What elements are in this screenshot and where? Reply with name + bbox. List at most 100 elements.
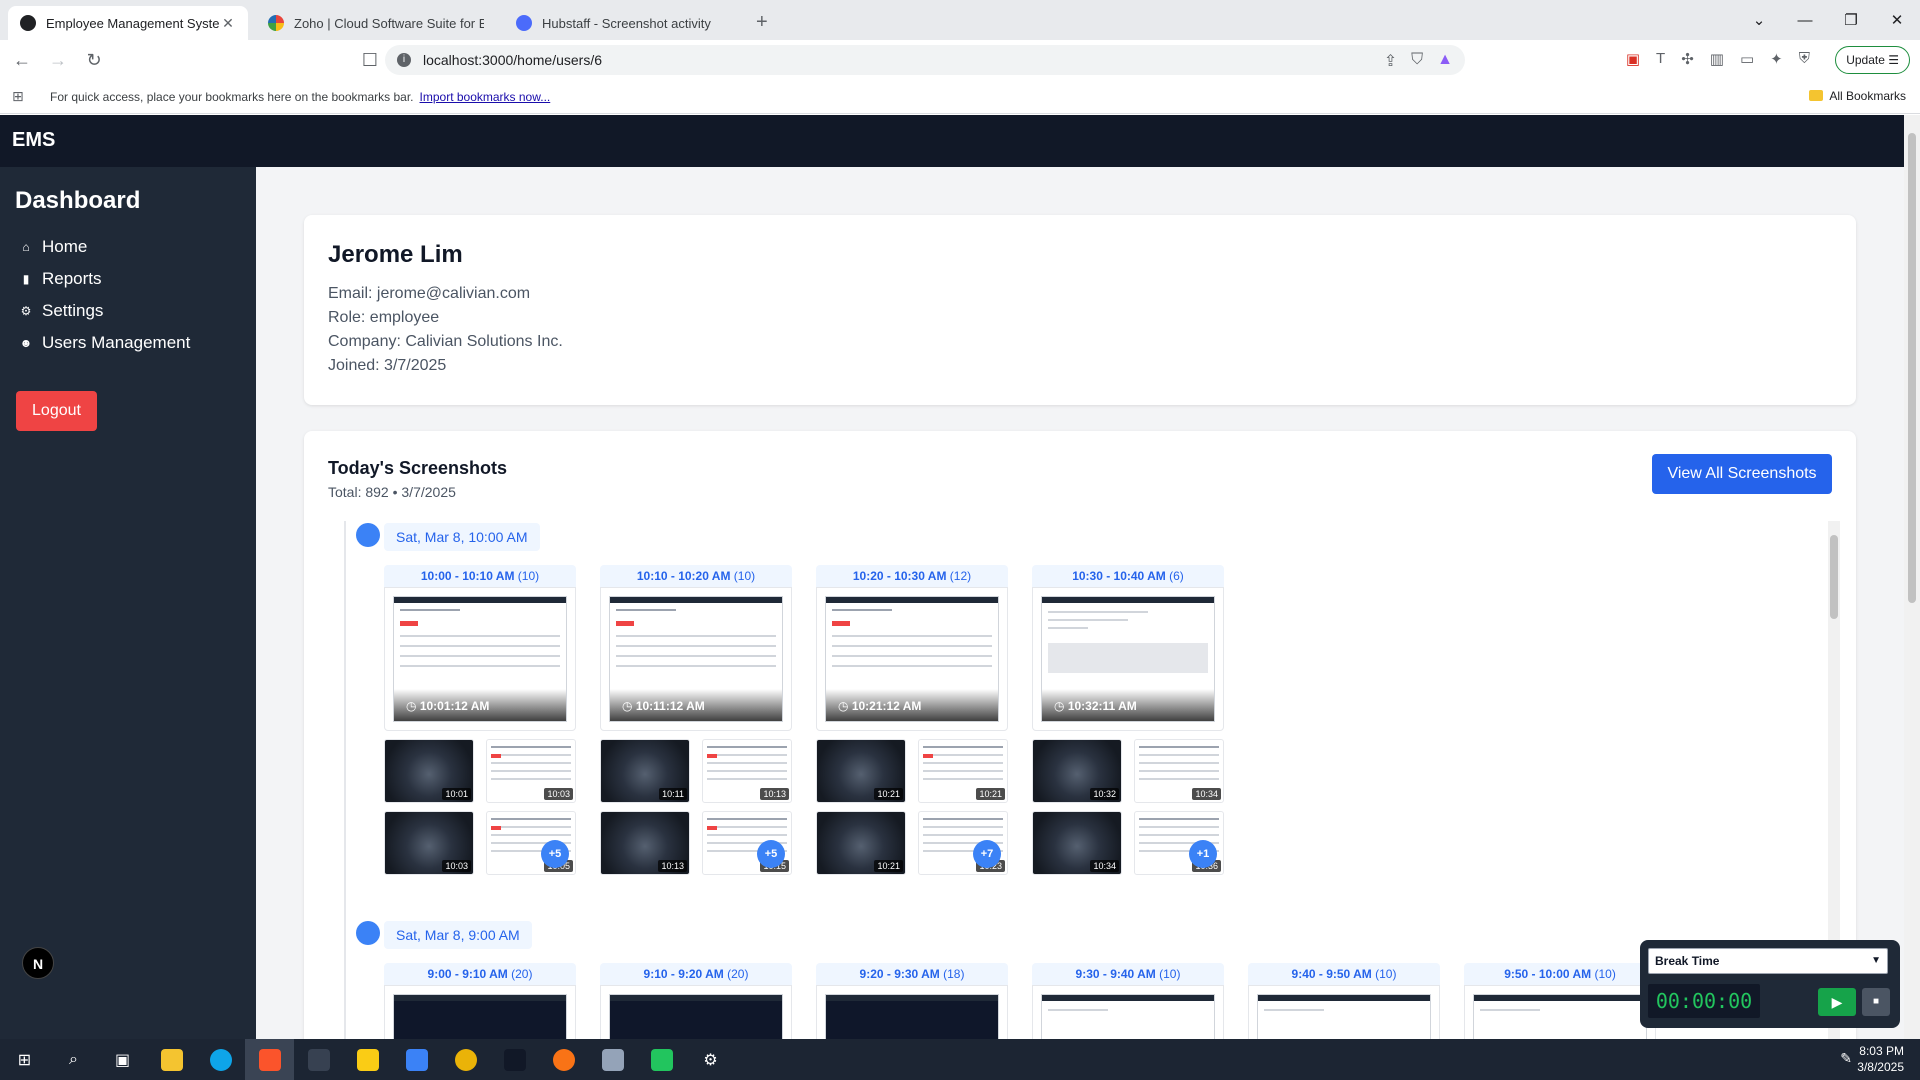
extension-icon[interactable]: T [1656, 50, 1665, 68]
update-button[interactable]: Update ☰ [1835, 46, 1910, 74]
screenshot-thumbnail[interactable]: ◷ 10:32:11 AM [1032, 587, 1224, 731]
mini-thumbnail[interactable]: 10:13 [600, 811, 690, 875]
nextjs-badge[interactable]: N [22, 947, 54, 979]
vscode-icon[interactable] [392, 1039, 441, 1080]
mini-thumbnail[interactable]: 10:32 [1032, 739, 1122, 803]
system-clock[interactable]: 8:03 PM 3/8/2025 [1857, 1043, 1904, 1075]
edge-icon[interactable] [196, 1039, 245, 1080]
bookmark-icon[interactable]: ☐ [356, 50, 384, 71]
users-icon: ☻ [19, 336, 33, 350]
screenshot-thumbnail[interactable] [816, 985, 1008, 1039]
apps-icon[interactable]: ⊞ [12, 88, 28, 105]
mini-thumbnail[interactable]: 10:13 [702, 739, 792, 803]
all-bookmarks[interactable]: All Bookmarks [1809, 89, 1906, 103]
mini-thumbnail[interactable]: 10:34 [1032, 811, 1122, 875]
window-controls: ⌄ — ❐ ✕ [1736, 0, 1920, 40]
mini-thumbnail[interactable]: 10:15+5 [702, 811, 792, 875]
more-count-badge[interactable]: +5 [541, 840, 569, 868]
mini-thumbnail[interactable]: 10:05+5 [486, 811, 576, 875]
new-tab-icon[interactable]: + [756, 11, 768, 34]
brave-icon[interactable] [245, 1039, 294, 1080]
settings-icon[interactable]: ⚙ [686, 1039, 735, 1080]
timeline-dot [356, 523, 380, 547]
postman-icon[interactable] [539, 1039, 588, 1080]
mini-thumbnail[interactable]: 10:21 [816, 739, 906, 803]
restore-icon[interactable]: ❐ [1828, 11, 1874, 29]
site-info-icon[interactable]: i [397, 53, 411, 67]
more-count-badge[interactable]: +7 [973, 840, 1001, 868]
tab-zoho[interactable]: Zoho | Cloud Software Suite for Bus [256, 6, 496, 40]
mini-thumbnail[interactable]: 10:03 [486, 739, 576, 803]
notepad-icon[interactable] [637, 1039, 686, 1080]
close-icon[interactable]: ✕ [220, 15, 236, 32]
sidebar-item-reports[interactable]: ▮ Reports [18, 263, 190, 295]
terminal-icon[interactable] [294, 1039, 343, 1080]
logout-button[interactable]: Logout [16, 391, 97, 431]
sidebar-item-home[interactable]: ⌂ Home [18, 231, 190, 263]
minimize-icon[interactable]: — [1782, 12, 1828, 29]
sidebar-icon[interactable]: ▥ [1710, 50, 1724, 68]
page-scrollbar[interactable] [1904, 115, 1920, 1039]
vpn-icon[interactable]: ⛨ [1799, 50, 1810, 68]
puzzle-icon[interactable]: ✣ [1681, 50, 1694, 68]
view-all-screenshots-button[interactable]: View All Screenshots [1652, 454, 1832, 494]
sidebar-title: Dashboard [15, 187, 141, 214]
close-window-icon[interactable]: ✕ [1874, 11, 1920, 29]
forward-icon[interactable]: → [44, 50, 72, 71]
file-explorer-icon[interactable] [147, 1039, 196, 1080]
time-segment: 10:20 - 10:30 AM (12) ◷ 10:21:12 AM 10:2… [816, 565, 1008, 875]
screenshot-thumbnail[interactable]: ◷ 10:11:12 AM [600, 587, 792, 731]
mini-thumbnail[interactable]: 10:34 [1134, 739, 1224, 803]
time-segment: 10:00 - 10:10 AM (10) ◷ 10:01:12 AM 10:0… [384, 565, 576, 875]
mini-thumbnail[interactable]: 10:21 [816, 811, 906, 875]
tab-employee-management[interactable]: Employee Management System ✕ [8, 6, 248, 40]
scroll-thumb[interactable] [1908, 133, 1916, 603]
favicon-icon [20, 15, 36, 31]
import-bookmarks-link[interactable]: Import bookmarks now... [420, 90, 551, 104]
sidebar-item-settings[interactable]: ⚙ Settings [18, 295, 190, 327]
address-bar[interactable]: i localhost:3000/home/users/6 ⇪ ⛉ ▲ [385, 45, 1465, 75]
share-icon[interactable]: ⇪ [1384, 51, 1397, 71]
brave-shield-icon[interactable]: ⛉ [1411, 51, 1423, 71]
mini-thumbnail[interactable]: 10:11 [600, 739, 690, 803]
app-icon[interactable] [588, 1039, 637, 1080]
timer-mode-select[interactable]: Break Time ▼ [1648, 948, 1888, 974]
mini-thumbnail[interactable]: 10:01 [384, 739, 474, 803]
screenshot-thumbnail[interactable]: ◷ 10:21:12 AM [816, 587, 1008, 731]
mini-thumbnail[interactable]: 10:23+7 [918, 811, 1008, 875]
brave-rewards-icon[interactable]: ▲ [1437, 51, 1453, 71]
screenshot-timeline[interactable]: Sat, Mar 8, 10:00 AM 10:00 - 10:10 AM (1… [344, 521, 1840, 1039]
screenshot-thumbnail[interactable] [600, 985, 792, 1039]
more-count-badge[interactable]: +1 [1189, 840, 1217, 868]
stop-timer-button[interactable]: ■ [1862, 988, 1890, 1016]
mini-thumbnail[interactable]: 10:21 [918, 739, 1008, 803]
screenshot-thumbnail[interactable] [1464, 985, 1656, 1039]
mini-thumbnail[interactable]: 10:03 [384, 811, 474, 875]
screenshot-preview [609, 994, 783, 1039]
wallet-icon[interactable]: ▭ [1740, 50, 1754, 68]
more-count-badge[interactable]: +5 [757, 840, 785, 868]
screenshot-thumbnail[interactable]: ◷ 10:01:12 AM [384, 587, 576, 731]
task-view-icon[interactable]: ▣ [98, 1039, 147, 1080]
app-icon[interactable] [490, 1039, 539, 1080]
screenshot-thumbnail[interactable] [1032, 985, 1224, 1039]
sidebar-item-users-management[interactable]: ☻ Users Management [18, 327, 191, 359]
sticky-notes-icon[interactable] [343, 1039, 392, 1080]
start-icon[interactable]: ⊞ [0, 1039, 49, 1080]
extension-icon[interactable]: ▣ [1626, 50, 1640, 68]
search-icon[interactable]: ⌕ [49, 1039, 98, 1080]
tab-hubstaff[interactable]: Hubstaff - Screenshot activity [504, 6, 744, 40]
screenshot-thumbnail[interactable] [384, 985, 576, 1039]
leo-icon[interactable]: ✦ [1770, 50, 1783, 68]
tab-search-icon[interactable]: ⌄ [1736, 11, 1782, 29]
back-icon[interactable]: ← [8, 50, 36, 71]
time-segment: 9:30 - 9:40 AM (10) [1032, 963, 1224, 1039]
scroll-thumb[interactable] [1830, 535, 1838, 619]
mini-thumbnail[interactable]: 10:36+1 [1134, 811, 1224, 875]
start-timer-button[interactable]: ▶ [1818, 988, 1856, 1016]
reload-icon[interactable]: ↻ [80, 50, 108, 71]
pen-icon[interactable]: ✎ [1840, 1050, 1852, 1067]
screenshot-thumbnail[interactable] [1248, 985, 1440, 1039]
user-company: Company: Calivian Solutions Inc. [328, 333, 563, 350]
app-icon[interactable] [441, 1039, 490, 1080]
